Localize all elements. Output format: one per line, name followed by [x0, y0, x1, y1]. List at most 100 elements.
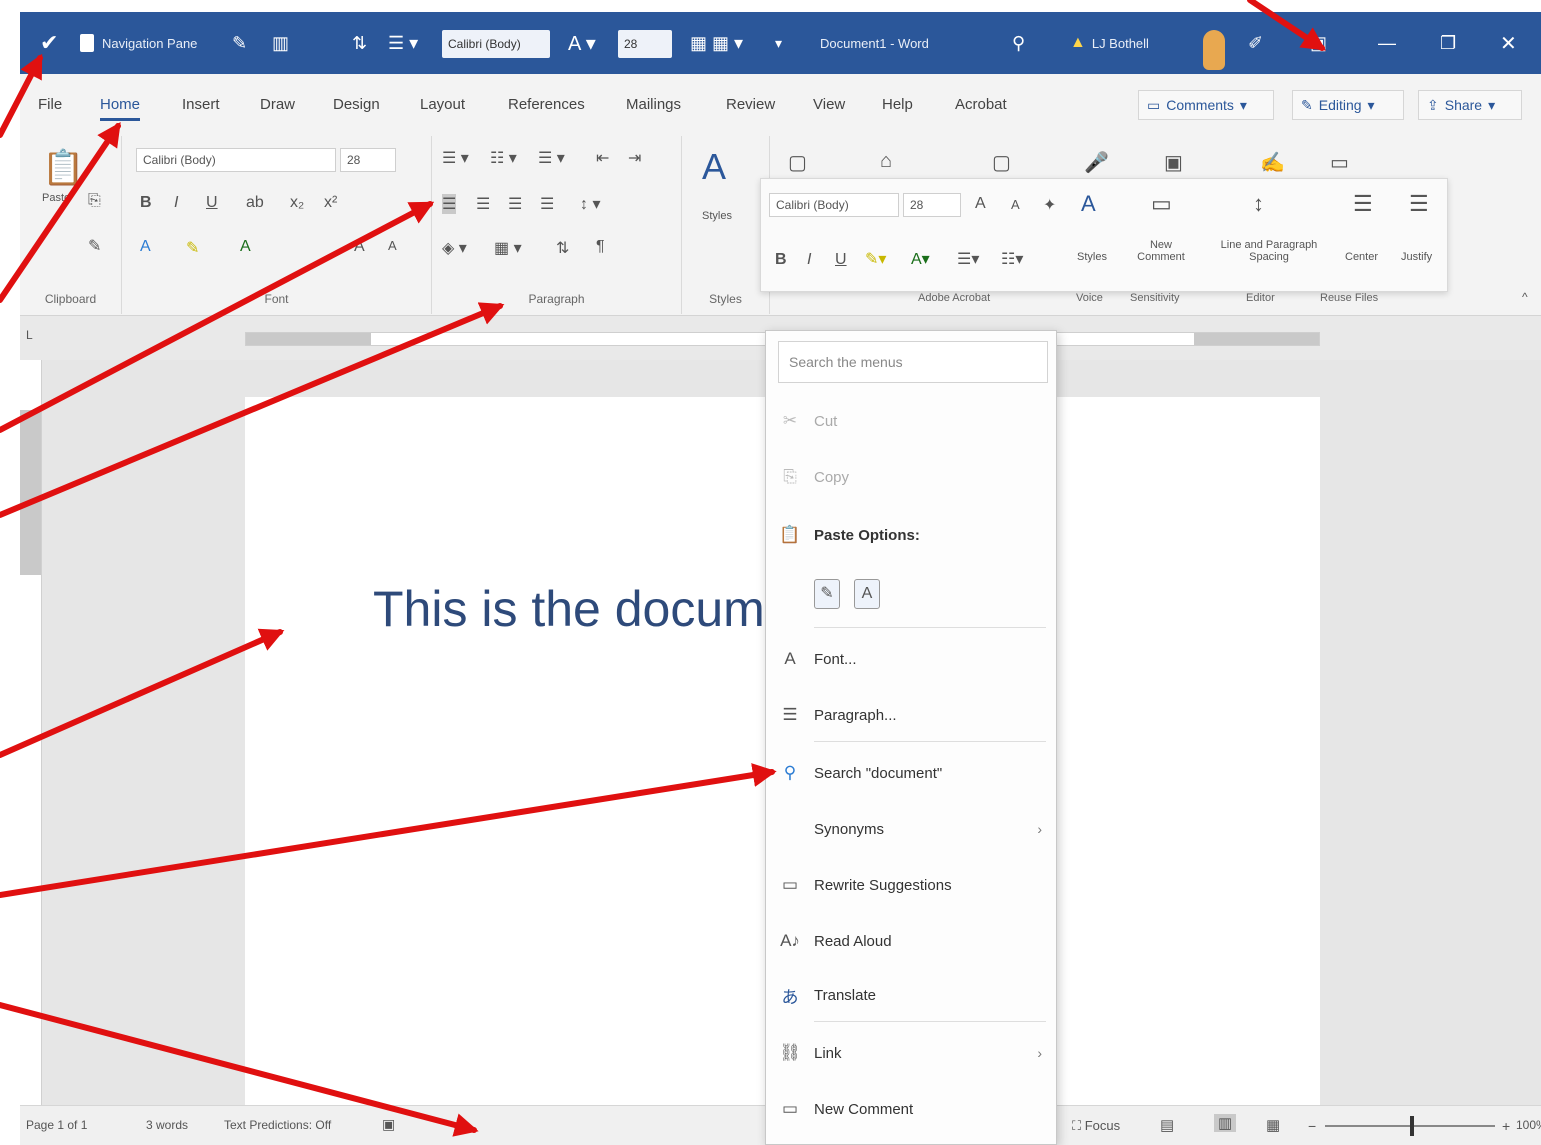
columns-icon[interactable]: ▥: [272, 12, 289, 74]
menu-item-new-comment[interactable]: ▭ New Comment: [766, 1087, 1056, 1131]
bold-icon[interactable]: B: [775, 251, 787, 269]
tab-file[interactable]: File: [38, 96, 62, 113]
text-predictions-status[interactable]: Text Predictions: Off: [224, 1118, 331, 1132]
strikethrough-icon[interactable]: ab: [246, 194, 264, 212]
tab-draw[interactable]: Draw: [260, 96, 295, 113]
menu-item-copy[interactable]: ⎘ Copy: [766, 455, 1056, 499]
styles-button-label[interactable]: Styles: [702, 210, 732, 222]
text-effects-icon[interactable]: A: [140, 238, 151, 256]
line-spacing-icon[interactable]: ↕: [1253, 191, 1264, 217]
tab-layout[interactable]: Layout: [420, 96, 465, 113]
create-pdf-icon[interactable]: ▢: [788, 150, 807, 175]
accessibility-icon[interactable]: ▣: [382, 1116, 395, 1133]
copy-icon[interactable]: ⎘: [88, 192, 101, 210]
keep-source-formatting-icon[interactable]: ✎: [814, 579, 840, 609]
restore-icon[interactable]: ❐: [1440, 12, 1456, 74]
tab-selector-icon[interactable]: L: [26, 328, 33, 342]
focus-mode[interactable]: ⛶ Focus: [1072, 1118, 1120, 1134]
search-icon[interactable]: ⚲: [1012, 12, 1025, 74]
navigation-pane-toggle[interactable]: Navigation Pane: [80, 12, 197, 74]
quick-font-size[interactable]: 28: [618, 30, 672, 58]
tab-insert[interactable]: Insert: [182, 96, 220, 113]
mini-font-name[interactable]: Calibri (Body): [769, 193, 899, 217]
print-layout-icon[interactable]: ▥: [1214, 1114, 1237, 1132]
sort-icon[interactable]: ⇅: [556, 238, 569, 258]
format-painter-icon[interactable]: ✎: [88, 236, 101, 256]
word-count[interactable]: 3 words: [146, 1118, 188, 1132]
align-left-icon[interactable]: ☰: [442, 194, 457, 214]
clear-format-icon[interactable]: ✦: [1043, 195, 1056, 215]
underline-icon[interactable]: U: [206, 194, 218, 212]
pen-icon[interactable]: ✐: [1248, 12, 1263, 74]
tab-mailings[interactable]: Mailings: [626, 96, 681, 113]
multilevel-list-icon[interactable]: ☰ ▾: [538, 148, 565, 168]
menu-item-link[interactable]: ⛓ Link ›: [766, 1031, 1056, 1075]
paste-label[interactable]: Paste: [42, 192, 70, 204]
zoom-in-icon[interactable]: +: [1502, 1118, 1510, 1134]
decrease-indent-icon[interactable]: ⇤: [596, 148, 609, 168]
font-color-icon[interactable]: A: [240, 238, 251, 256]
keep-text-only-icon[interactable]: A: [854, 579, 880, 609]
italic-icon[interactable]: I: [174, 194, 178, 212]
menu-item-read-aloud[interactable]: A♪ Read Aloud: [766, 919, 1056, 963]
page-count[interactable]: Page 1 of 1: [26, 1118, 87, 1132]
zoom-out-icon[interactable]: −: [1308, 1118, 1316, 1134]
shading-icon[interactable]: ◈ ▾: [442, 238, 467, 258]
paste-icon[interactable]: 📋: [42, 148, 84, 188]
web-layout-icon[interactable]: ▦: [1266, 1116, 1280, 1134]
center-icon[interactable]: ☰: [1353, 191, 1373, 217]
comments-button[interactable]: ▭ Comments ▾: [1138, 90, 1274, 120]
sort-icon[interactable]: ⇅: [352, 12, 367, 74]
menu-item-synonyms[interactable]: Synonyms ›: [766, 807, 1056, 851]
table-icon[interactable]: ▦ ▦ ▾: [690, 12, 743, 74]
sensitivity-icon[interactable]: ▣: [1164, 150, 1183, 175]
tab-design[interactable]: Design: [333, 96, 380, 113]
new-comment-label[interactable]: New Comment: [1129, 239, 1193, 263]
collapse-ribbon-icon[interactable]: ^: [1522, 290, 1528, 304]
customize-toolbar-icon[interactable]: ▾: [775, 12, 782, 74]
bullets-icon[interactable]: ☰ ▾: [442, 148, 469, 168]
underline-icon[interactable]: U: [835, 251, 847, 269]
grow-font-icon[interactable]: A: [975, 195, 986, 213]
styles-icon[interactable]: A: [702, 146, 726, 188]
center-label[interactable]: Center: [1345, 251, 1378, 263]
request-signatures-icon[interactable]: ▢: [992, 150, 1011, 175]
vertical-ruler[interactable]: [20, 360, 42, 1105]
borders-icon[interactable]: ▦ ▾: [494, 238, 522, 258]
tab-help[interactable]: Help: [882, 96, 913, 113]
shrink-font-icon[interactable]: A: [388, 238, 397, 253]
avatar[interactable]: [1203, 30, 1225, 70]
mini-styles-icon[interactable]: A: [1081, 191, 1096, 217]
menu-item-font[interactable]: A Font...: [766, 637, 1056, 681]
menu-item-translate[interactable]: あ Translate: [766, 973, 1056, 1017]
bullets-icon[interactable]: ☰▾: [957, 249, 979, 269]
subscript-icon[interactable]: x₂: [290, 194, 304, 212]
tab-references[interactable]: References: [508, 96, 585, 113]
font-color-icon[interactable]: A ▾: [568, 12, 596, 74]
share-pdf-icon[interactable]: ⌂: [880, 150, 892, 173]
tab-view[interactable]: View: [813, 96, 845, 113]
editor-icon[interactable]: ✍: [1260, 150, 1285, 175]
grow-font-icon[interactable]: A: [354, 238, 365, 256]
share-button[interactable]: ⇪ Share ▾: [1418, 90, 1522, 120]
line-spacing-icon[interactable]: ↕ ▾: [580, 194, 600, 214]
tab-review[interactable]: Review: [726, 96, 775, 113]
font-size-box[interactable]: 28: [340, 148, 396, 172]
quick-font-name[interactable]: Calibri (Body): [442, 30, 550, 58]
zoom-slider-thumb[interactable]: [1410, 1116, 1414, 1136]
read-mode-icon[interactable]: ▤: [1160, 1116, 1174, 1134]
font-name-box[interactable]: Calibri (Body): [136, 148, 336, 172]
justify-icon[interactable]: ☰: [540, 194, 554, 214]
line-spacing-label[interactable]: Line and Paragraph Spacing: [1203, 239, 1335, 263]
bold-icon[interactable]: B: [140, 194, 152, 212]
zoom-level[interactable]: 100%: [1516, 1118, 1541, 1132]
ribbon-display-options-icon[interactable]: ▣: [1310, 12, 1327, 74]
justify-icon[interactable]: ☰: [1409, 191, 1429, 217]
bullets-icon[interactable]: ☰ ▾: [388, 12, 418, 74]
superscript-icon[interactable]: x²: [324, 194, 337, 212]
editing-button[interactable]: ✎ Editing ▾: [1292, 90, 1404, 120]
italic-icon[interactable]: I: [807, 251, 811, 269]
menu-item-cut[interactable]: ✂ Cut: [766, 399, 1056, 443]
align-right-icon[interactable]: ☰: [508, 194, 522, 214]
dictate-icon[interactable]: 🎤: [1084, 150, 1109, 175]
